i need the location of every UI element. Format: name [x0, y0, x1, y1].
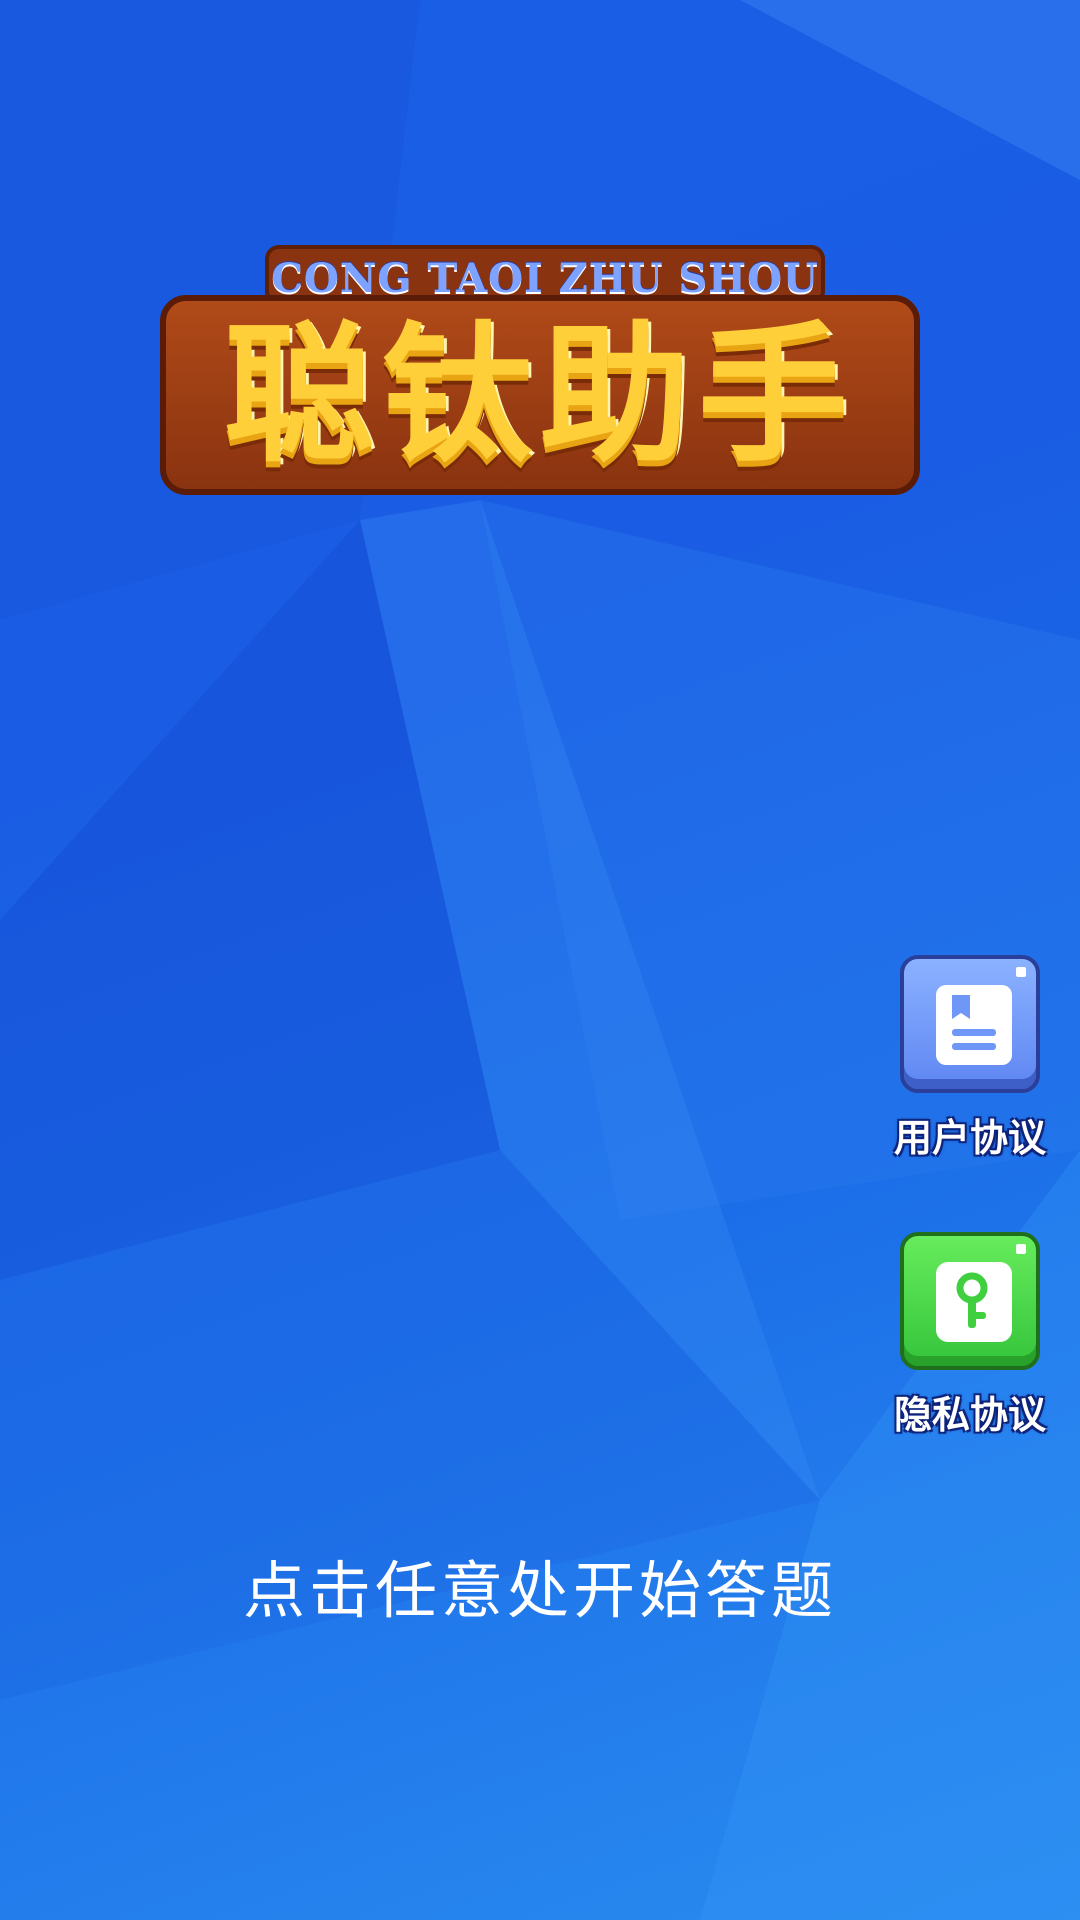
- user-agreement-label: 用户协议: [893, 1116, 1046, 1160]
- app-logo: CONG TAOI ZHU SHOU 聪钛助手: [160, 235, 920, 505]
- tile-shine: [1016, 967, 1026, 977]
- document-icon: [936, 985, 1012, 1065]
- privacy-agreement-tile[interactable]: [900, 1232, 1040, 1370]
- privacy-agreement-button[interactable]: 隐私协议: [880, 1232, 1060, 1439]
- user-agreement-tile[interactable]: [900, 955, 1040, 1093]
- privacy-agreement-label: 隐私协议: [893, 1393, 1046, 1437]
- start-prompt[interactable]: 点击任意处开始答题: [0, 1540, 1080, 1630]
- logo-title: 聪钛助手: [223, 309, 856, 483]
- logo-title-plate: 聪钛助手: [160, 295, 920, 495]
- key-lock-icon: [936, 1262, 1012, 1342]
- tile-shine: [1016, 1244, 1026, 1254]
- user-agreement-button[interactable]: 用户协议: [880, 955, 1060, 1162]
